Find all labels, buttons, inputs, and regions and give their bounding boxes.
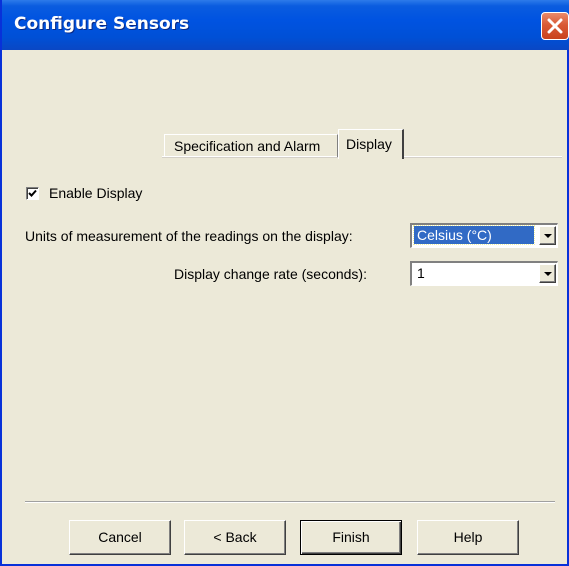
chevron-down-icon (544, 234, 552, 238)
checkmark-icon (28, 189, 37, 197)
rate-label: Display change rate (seconds): (174, 266, 367, 282)
rate-select[interactable]: 1 (410, 261, 558, 286)
tab-specification-and-alarm[interactable]: Specification and Alarm (164, 134, 338, 157)
rate-selected-value: 1 (417, 265, 425, 281)
finish-button[interactable]: Finish (300, 520, 402, 555)
tab-display[interactable]: Display (338, 129, 404, 159)
enable-display-checkbox[interactable] (26, 187, 39, 200)
tab-label: Specification and Alarm (174, 138, 321, 154)
units-dropdown-button[interactable] (539, 226, 556, 245)
rate-dropdown-button[interactable] (539, 264, 556, 283)
help-button[interactable]: Help (417, 520, 519, 555)
window-title: Configure Sensors (14, 14, 190, 34)
cancel-button[interactable]: Cancel (69, 520, 171, 555)
configure-sensors-dialog: Configure Sensors Specification and Alar… (0, 0, 569, 566)
back-button[interactable]: < Back (184, 520, 286, 555)
units-select[interactable]: Celsius (°C) (410, 223, 558, 248)
units-label: Units of measurement of the readings on … (25, 228, 353, 244)
chevron-down-icon (544, 272, 552, 276)
enable-display-label[interactable]: Enable Display (49, 185, 142, 201)
units-selected-value: Celsius (°C) (413, 225, 535, 245)
close-icon (547, 18, 563, 34)
tab-label: Display (346, 136, 392, 152)
close-button[interactable] (541, 12, 569, 40)
title-bar[interactable]: Configure Sensors (2, 0, 569, 50)
